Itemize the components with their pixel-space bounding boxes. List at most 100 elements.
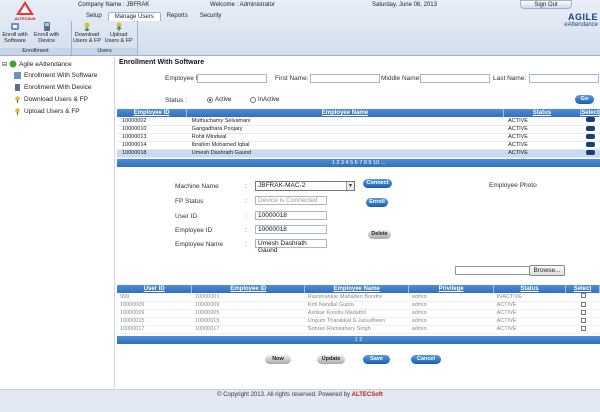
sign-out-button[interactable]: Sign Out (520, 0, 572, 9)
sidebar-item-enroll-software[interactable]: Enrollment With Software (14, 72, 97, 79)
colon: : (245, 198, 247, 205)
cell-user-id: 999 (117, 293, 192, 302)
table-row[interactable]: 10000009 10000009 Kirti Nandlal Gupta ad… (117, 301, 600, 310)
table-row[interactable]: 10000010 Gangadhara Poojary ACTIVE (117, 125, 600, 134)
col-status[interactable]: Status (493, 285, 566, 293)
connect-button[interactable]: Connect (363, 179, 392, 188)
welcome-text: Welcome : Administrator (210, 2, 275, 8)
brand-line2: eAttendance (564, 22, 598, 28)
tab-reports[interactable]: Reports (161, 12, 194, 21)
select-icon[interactable] (585, 117, 595, 123)
cell-status: INACTIVE (493, 293, 566, 302)
current-date: Saturday, June 08, 2013 (372, 2, 437, 8)
main-panel: Enrollment With Software Employee ID: Fi… (117, 57, 600, 389)
employee-id-field[interactable]: 10000018 (255, 225, 327, 234)
footer-company-link[interactable]: ALTECSoft (352, 392, 383, 398)
chevron-down-icon[interactable]: ▼ (346, 182, 354, 190)
sidebar-item-enroll-device[interactable]: Enrollment With Device (14, 84, 92, 91)
row-checkbox[interactable] (581, 293, 587, 299)
employee-id-input[interactable] (197, 74, 267, 83)
cell-employee-id: 10000001 (191, 293, 305, 302)
cell-status: ACTIVE (503, 141, 581, 150)
radio-label: Active (215, 97, 232, 103)
col-user-id[interactable]: User ID (117, 285, 193, 293)
upload-users-button[interactable]: Upload Users & FP (104, 21, 134, 44)
col-employee-id[interactable]: Employee ID (191, 285, 306, 293)
col-privilege[interactable]: Privilege (408, 285, 495, 293)
cell-status: ACTIVE (493, 309, 566, 318)
first-name-input[interactable] (310, 74, 380, 83)
last-name-input[interactable] (529, 74, 599, 83)
ribbon-label: Users & FP (104, 38, 133, 44)
enroll-with-software-button[interactable]: Enroll with Software (0, 21, 30, 44)
table-row[interactable]: 10000017 10000017 Sobran Ramsahary Singh… (117, 325, 600, 334)
employee-pager[interactable]: 1 2 3 4 5 6 7 8 9 10 ... (117, 159, 600, 167)
sidebar-item-download[interactable]: Download Users & FP (14, 96, 88, 103)
table-row[interactable]: 10000013 Rohit Mindwal ACTIVE (117, 133, 600, 142)
select-icon[interactable] (585, 133, 595, 139)
colon: : (245, 241, 247, 248)
device-users-table: User ID Employee ID Employee Name Privil… (117, 285, 600, 334)
row-checkbox[interactable] (581, 309, 587, 315)
status-active-radio[interactable]: Active (207, 97, 231, 103)
sidebar-item-upload[interactable]: Upload Users & FP (14, 108, 80, 115)
tab-security[interactable]: Security (194, 12, 228, 21)
download-users-button[interactable]: Download Users & FP (72, 21, 102, 44)
select-icon[interactable] (585, 141, 595, 147)
update-button[interactable]: Update (317, 355, 345, 364)
cell-privilege: admin (408, 309, 494, 318)
col-employee-name[interactable]: Employee Name (186, 109, 504, 117)
row-checkbox[interactable] (581, 301, 587, 307)
tab-setup[interactable]: Setup (80, 12, 108, 21)
fp-status-field: Device is Connected (255, 196, 327, 205)
cell-employee-name: Ashkar Koorilu Madathil (304, 309, 409, 318)
radio-label: InActive (258, 97, 280, 103)
machine-name-select[interactable]: JBFRAK-MAC-2 ▼ (255, 181, 355, 191)
employee-name-field[interactable]: Umesh Dashrath Gaund (255, 239, 327, 254)
sidebar-item-label: Download Users & FP (24, 96, 88, 103)
go-button[interactable]: Go (575, 95, 594, 104)
table-row-selected[interactable]: 10000018 Umesh Dashrath Gaund ACTIVE (117, 149, 600, 158)
sidebar-item-label: Enrollment With Device (24, 84, 92, 91)
collapse-icon[interactable]: ⊟ (2, 61, 7, 68)
cell-employee-name: Umesh Dashrath Gaund (186, 149, 504, 158)
cell-employee-name: Gangadhara Poojary (186, 125, 504, 134)
save-button[interactable]: Save (363, 355, 390, 364)
cancel-button[interactable]: Cancel (411, 355, 441, 364)
select-icon[interactable] (585, 125, 595, 131)
table-row[interactable]: 999 10000001 Ravishankar Mahadeo Bondre … (117, 293, 600, 302)
cell-employee-id: 10000005 (191, 309, 305, 318)
table-row[interactable]: 10000009 10000005 Ashkar Koorilu Madathi… (117, 309, 600, 318)
table-row[interactable]: 10000015 10000015 Ungum Tharakkal S Janu… (117, 317, 600, 326)
download-icon (84, 22, 90, 31)
enroll-button[interactable]: Enroll (366, 198, 388, 207)
row-checkbox[interactable] (581, 325, 587, 331)
tree-root-label: Agile eAttendance (19, 60, 72, 68)
copyright-text: © Copyright 2013. All rights reserved. P… (217, 392, 352, 398)
cell-user-id: 10000015 (117, 317, 192, 326)
delete-button[interactable]: Delete (368, 230, 391, 239)
user-id-field[interactable]: 10000018 (255, 211, 327, 220)
col-employee-name[interactable]: Employee Name (304, 285, 410, 293)
cell-status: ACTIVE (503, 117, 581, 126)
tab-manage-users[interactable]: Manage Users (107, 12, 161, 21)
cell-user-id: 10000009 (117, 301, 192, 310)
middle-name-input[interactable] (420, 74, 490, 83)
tree-root[interactable]: ⊟ Agile eAttendance (2, 60, 72, 68)
col-employee-id[interactable]: Employee ID (117, 109, 188, 117)
status-inactive-radio[interactable]: InActive (250, 97, 279, 103)
radio-dot[interactable] (250, 97, 256, 103)
table-row[interactable]: 10000014 Ibrahim Mohamed Iqbal ACTIVE (117, 141, 600, 150)
col-status[interactable]: Status (503, 109, 582, 117)
select-icon[interactable] (585, 149, 595, 155)
browse-button[interactable]: Browse... (529, 265, 565, 276)
col-select: Select (565, 285, 600, 293)
cell-employee-id: 10000017 (191, 325, 305, 334)
new-button[interactable]: Now (265, 355, 291, 364)
enroll-with-device-button[interactable]: Enroll with Device (32, 21, 62, 44)
row-checkbox[interactable] (581, 317, 587, 323)
table-row[interactable]: 10000002 Muthuchamy Selvamani ACTIVE (117, 117, 600, 126)
radio-dot[interactable] (207, 97, 213, 103)
footer: © Copyright 2013. All rights reserved. P… (0, 389, 600, 412)
device-users-pager[interactable]: 1 2 (117, 336, 600, 344)
